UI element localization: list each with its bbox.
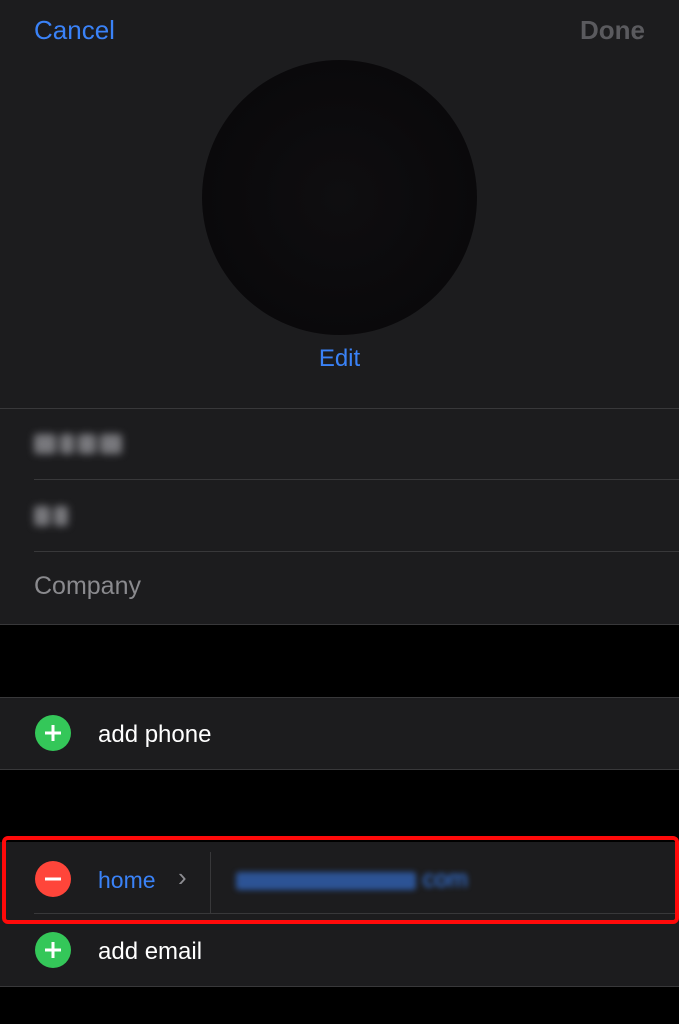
divider <box>0 769 679 770</box>
divider <box>210 852 211 914</box>
last-name-value <box>34 502 74 530</box>
contact-photo[interactable] <box>202 60 477 335</box>
company-field[interactable]: Company <box>0 552 679 624</box>
email-value[interactable]: com <box>236 866 468 894</box>
name-fields-group: Company <box>0 408 679 625</box>
email-label-home[interactable]: home <box>98 867 156 894</box>
company-placeholder: Company <box>34 572 141 600</box>
divider <box>0 624 679 625</box>
first-name-field[interactable] <box>0 408 679 480</box>
add-email-label[interactable]: add email <box>98 938 202 966</box>
chevron-right-icon[interactable]: › <box>178 862 187 893</box>
edit-photo-button[interactable]: Edit <box>0 345 679 373</box>
last-name-field[interactable] <box>0 480 679 552</box>
add-phone-label[interactable]: add phone <box>98 721 211 749</box>
email-group: home › com add email <box>0 842 679 987</box>
minus-circle-icon[interactable] <box>35 861 71 897</box>
cancel-button[interactable]: Cancel <box>34 14 115 46</box>
email-value-suffix: com <box>422 866 469 893</box>
phone-group: add phone <box>0 697 679 770</box>
email-row-home[interactable]: home › com <box>0 842 679 914</box>
plus-circle-icon[interactable] <box>35 932 71 968</box>
divider <box>0 986 679 987</box>
contact-header: Cancel Done Edit <box>0 0 679 408</box>
add-email-row[interactable]: add email <box>0 914 679 986</box>
add-phone-row[interactable]: add phone <box>0 697 679 769</box>
first-name-value <box>34 430 129 458</box>
plus-circle-icon[interactable] <box>35 715 71 751</box>
done-button[interactable]: Done <box>580 14 645 46</box>
